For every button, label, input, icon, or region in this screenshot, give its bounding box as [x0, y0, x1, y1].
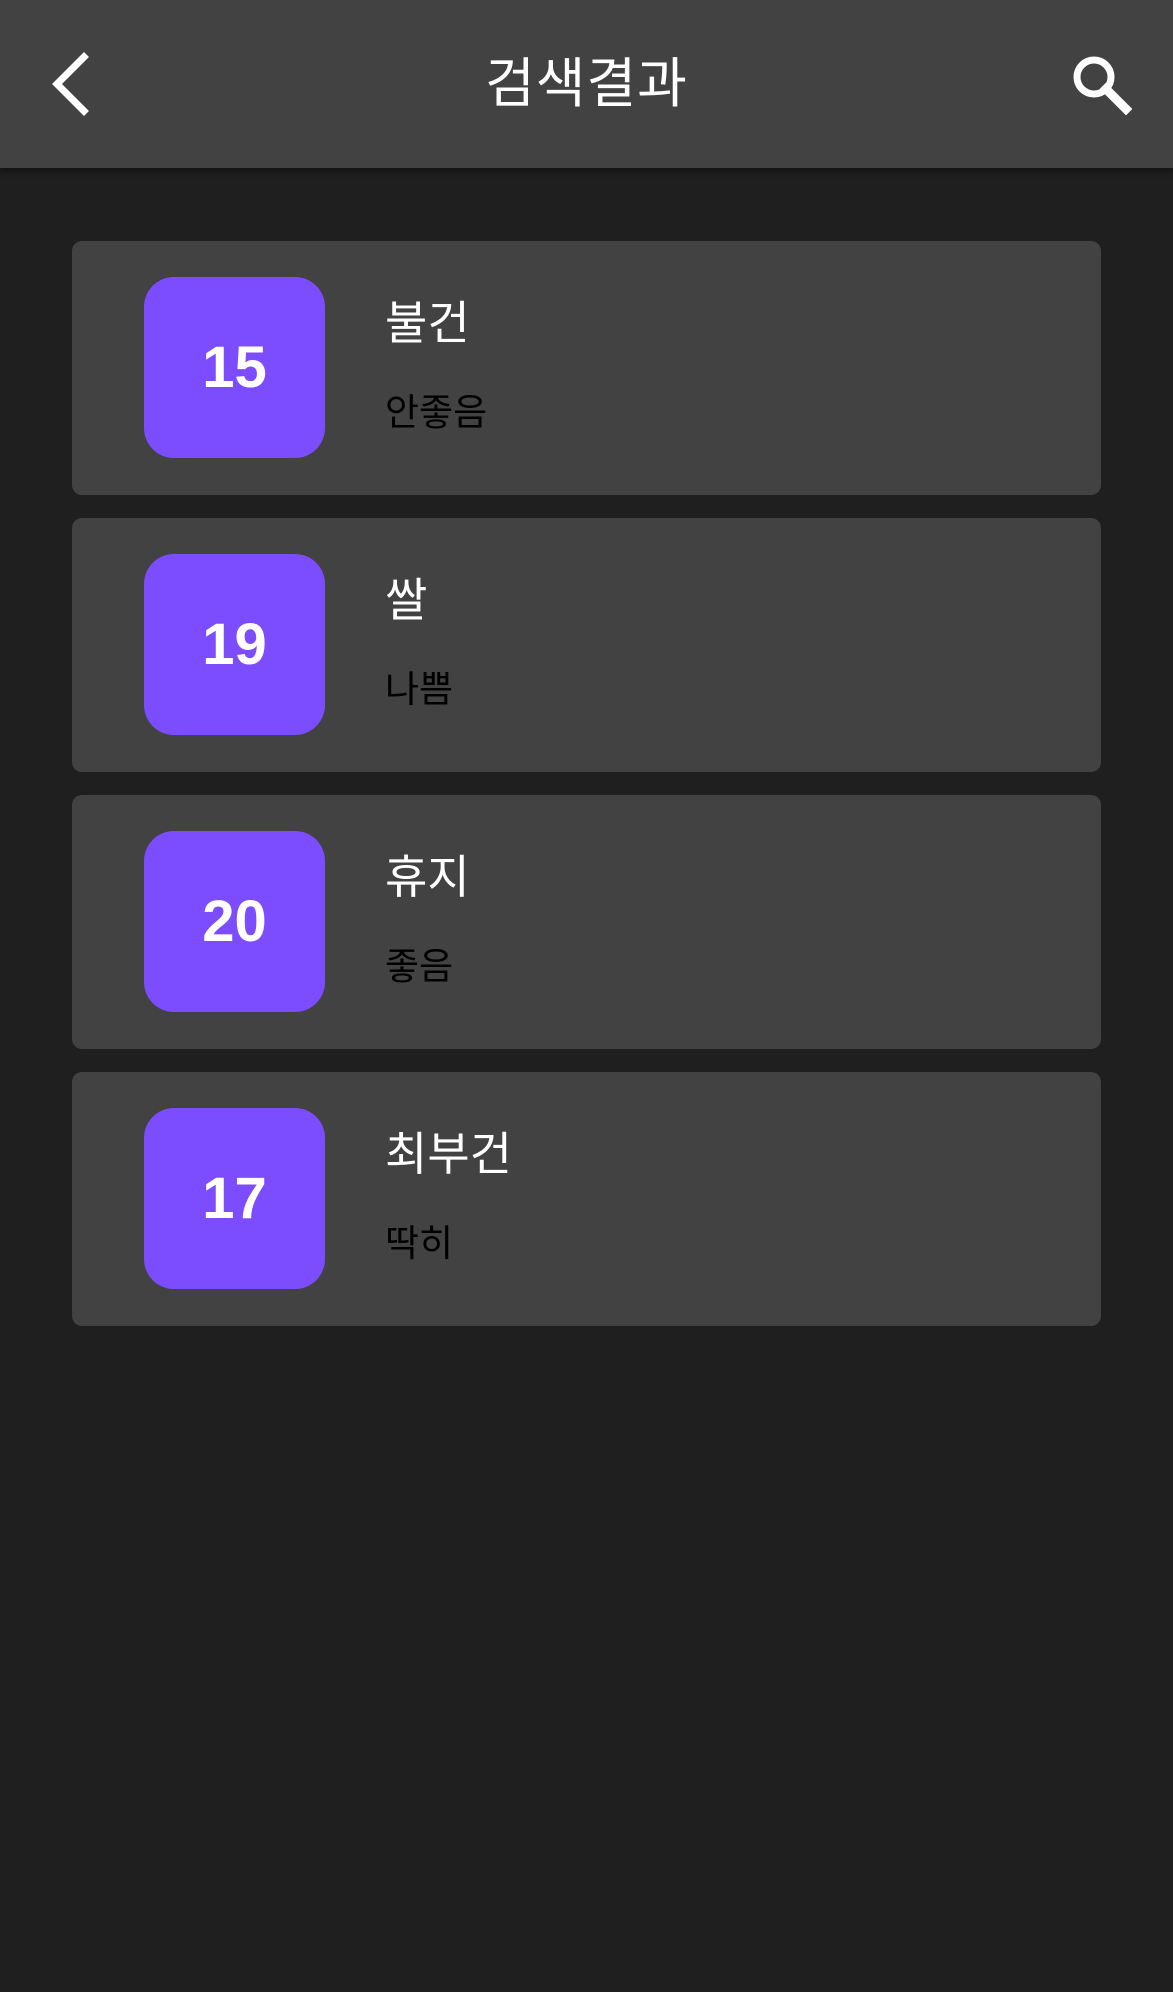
app-screen: 검색결과 15 불건 안좋음 19 쌀 나쁨 20 휴지 좋음 17 최부건 딱… [0, 0, 1173, 1992]
result-list: 15 불건 안좋음 19 쌀 나쁨 20 휴지 좋음 17 최부건 딱히 [72, 241, 1101, 1349]
item-status: 좋음 [385, 945, 454, 988]
result-card[interactable]: 19 쌀 나쁨 [72, 518, 1101, 772]
item-name: 쌀 [385, 573, 428, 627]
app-bar: 검색결과 [0, 0, 1173, 168]
count-badge: 19 [144, 554, 325, 735]
count-badge: 15 [144, 277, 325, 458]
page-title: 검색결과 [485, 52, 688, 115]
item-name: 휴지 [385, 850, 470, 904]
search-button[interactable] [1063, 46, 1139, 122]
item-status: 안좋음 [385, 391, 488, 434]
item-status: 딱히 [385, 1222, 454, 1265]
result-card[interactable]: 20 휴지 좋음 [72, 795, 1101, 1049]
result-card[interactable]: 15 불건 안좋음 [72, 241, 1101, 495]
search-icon [1073, 56, 1132, 115]
result-card[interactable]: 17 최부건 딱히 [72, 1072, 1101, 1326]
count-badge: 17 [144, 1108, 325, 1289]
count-badge: 20 [144, 831, 325, 1012]
item-status: 나쁨 [385, 668, 454, 711]
item-name: 불건 [385, 296, 470, 350]
item-name: 최부건 [385, 1127, 512, 1181]
